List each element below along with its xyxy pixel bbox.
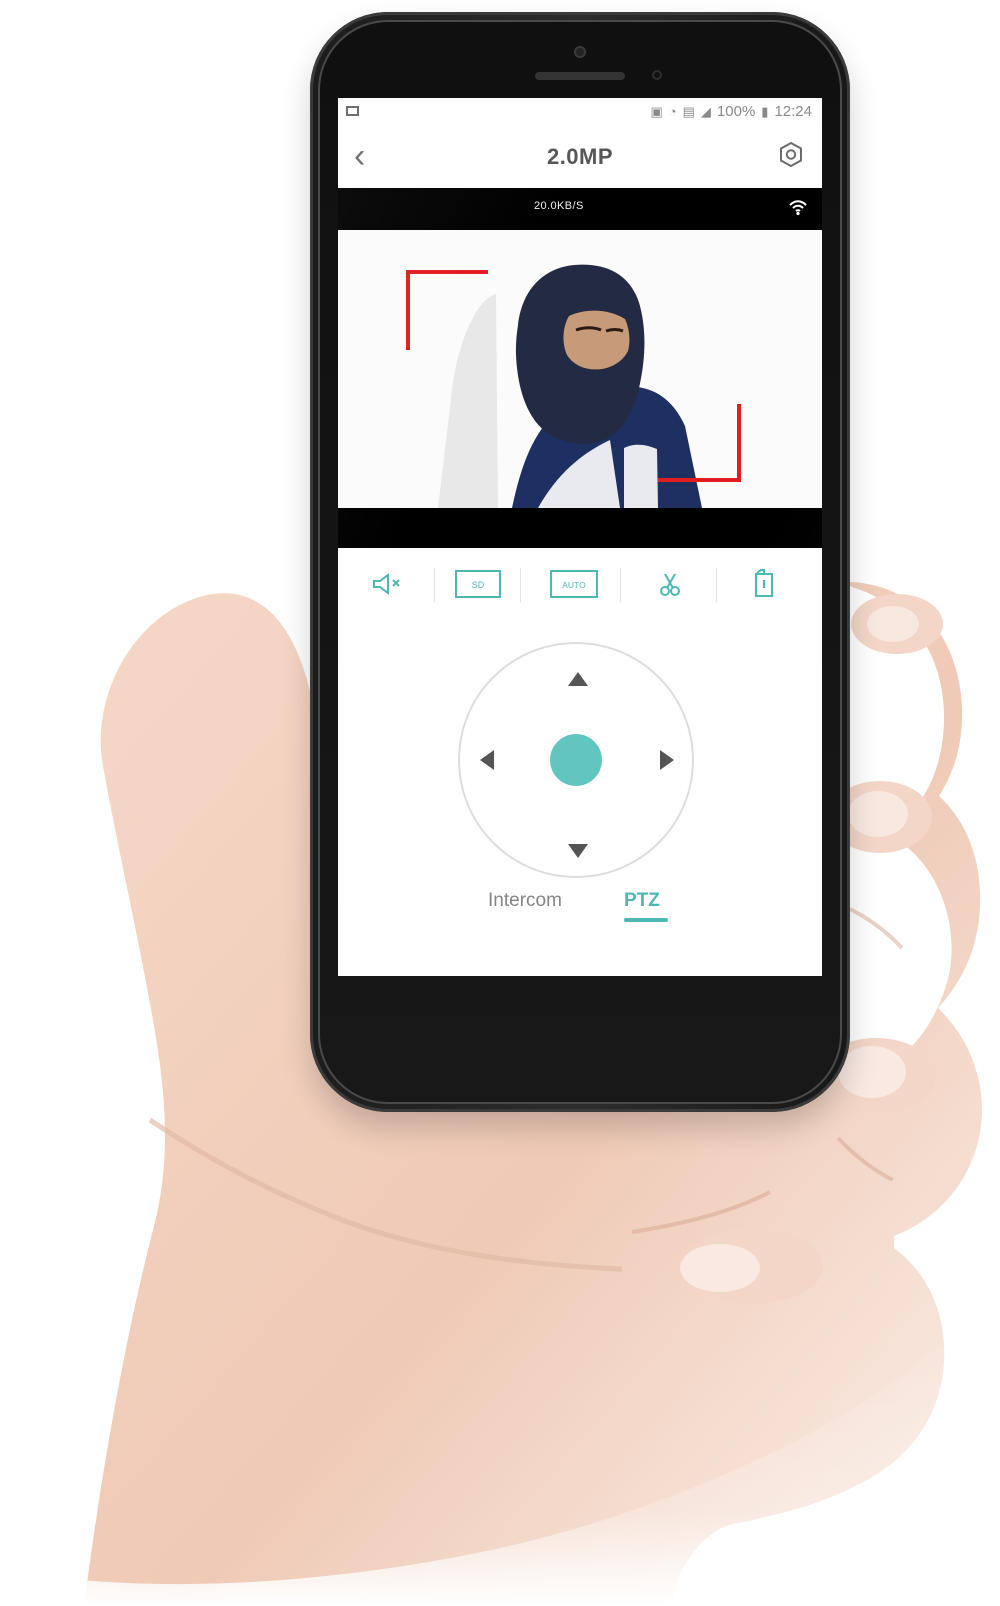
app-screen: ▣ ◔ ▤ ◢ 100% ▮ 12:24 ‹ 2.0MP 20.0KB/S SD…: [338, 98, 822, 976]
pan-down-icon[interactable]: [568, 844, 588, 858]
back-button[interactable]: ‹: [354, 139, 382, 173]
battery-percentage: 100%: [716, 103, 756, 120]
auto-badge: AUTO: [550, 570, 598, 598]
control-divider: [716, 568, 717, 602]
pan-right-icon[interactable]: [660, 750, 674, 770]
ptz-center-button[interactable]: [550, 734, 602, 786]
stream-speed: 20.0KB/S: [534, 200, 584, 212]
sd-quality-button[interactable]: SD: [454, 564, 502, 604]
stream-info-bar: 20.0KB/S: [338, 188, 822, 230]
settings-icon[interactable]: [774, 140, 808, 174]
auto-mode-button[interactable]: AUTO: [550, 564, 598, 604]
bottom-tabs: Intercom PTZ: [338, 884, 822, 936]
control-divider: [620, 568, 621, 602]
rotate-screen-button[interactable]: [740, 564, 788, 604]
earpiece-speaker: [535, 72, 625, 80]
chevron-left-icon: ‹: [354, 137, 366, 175]
wifi-icon: [789, 200, 807, 216]
front-camera: [652, 70, 662, 80]
status-bar: ▣ ◔ ▤ ◢ 100% ▮ 12:24: [338, 98, 822, 126]
pan-up-icon[interactable]: [568, 672, 588, 686]
earpiece-camera: [574, 46, 586, 58]
screen-rotate-icon: [755, 569, 773, 597]
ptz-panel: Intercom PTZ: [338, 622, 822, 976]
mute-icon: [373, 573, 400, 595]
camera-video-feed[interactable]: [338, 230, 822, 508]
tab-ptz[interactable]: PTZ: [624, 890, 660, 912]
video-control-bar: SD AUTO: [338, 548, 822, 622]
page-title: 2.0MP: [546, 144, 614, 169]
battery-icon: ▮: [761, 104, 769, 119]
sim-icon: ▣: [650, 104, 663, 119]
control-divider: [434, 568, 435, 602]
phone-device: ▣ ◔ ▤ ◢ 100% ▮ 12:24 ‹ 2.0MP 20.0KB/S SD…: [310, 12, 850, 1112]
control-divider: [520, 568, 521, 602]
clock: 12:24: [774, 103, 812, 120]
active-tab-indicator: [624, 918, 668, 922]
tab-intercom[interactable]: Intercom: [488, 890, 562, 912]
ptz-joystick[interactable]: [458, 642, 694, 878]
scissors-icon: [660, 573, 680, 596]
app-header: ‹ 2.0MP: [338, 126, 822, 188]
data-icon: ▤: [682, 104, 695, 119]
auto-label: AUTO: [562, 580, 586, 590]
wifi-status-icon: ◔: [668, 104, 677, 119]
snapshot-button[interactable]: [646, 564, 694, 604]
sd-badge: SD: [455, 570, 501, 598]
notification-icon: [346, 106, 359, 116]
sd-label: SD: [472, 580, 485, 590]
product-image: ▣ ◔ ▤ ◢ 100% ▮ 12:24 ‹ 2.0MP 20.0KB/S SD…: [0, 0, 1000, 1606]
status-right: ▣ ◔ ▤ ◢ 100% ▮ 12:24: [650, 98, 812, 126]
pan-left-icon[interactable]: [480, 750, 494, 770]
video-bottom-letterbox: [338, 508, 822, 548]
mute-button[interactable]: [364, 564, 412, 604]
video-frame-art: [338, 230, 822, 508]
signal-icon: ◢: [700, 104, 711, 119]
